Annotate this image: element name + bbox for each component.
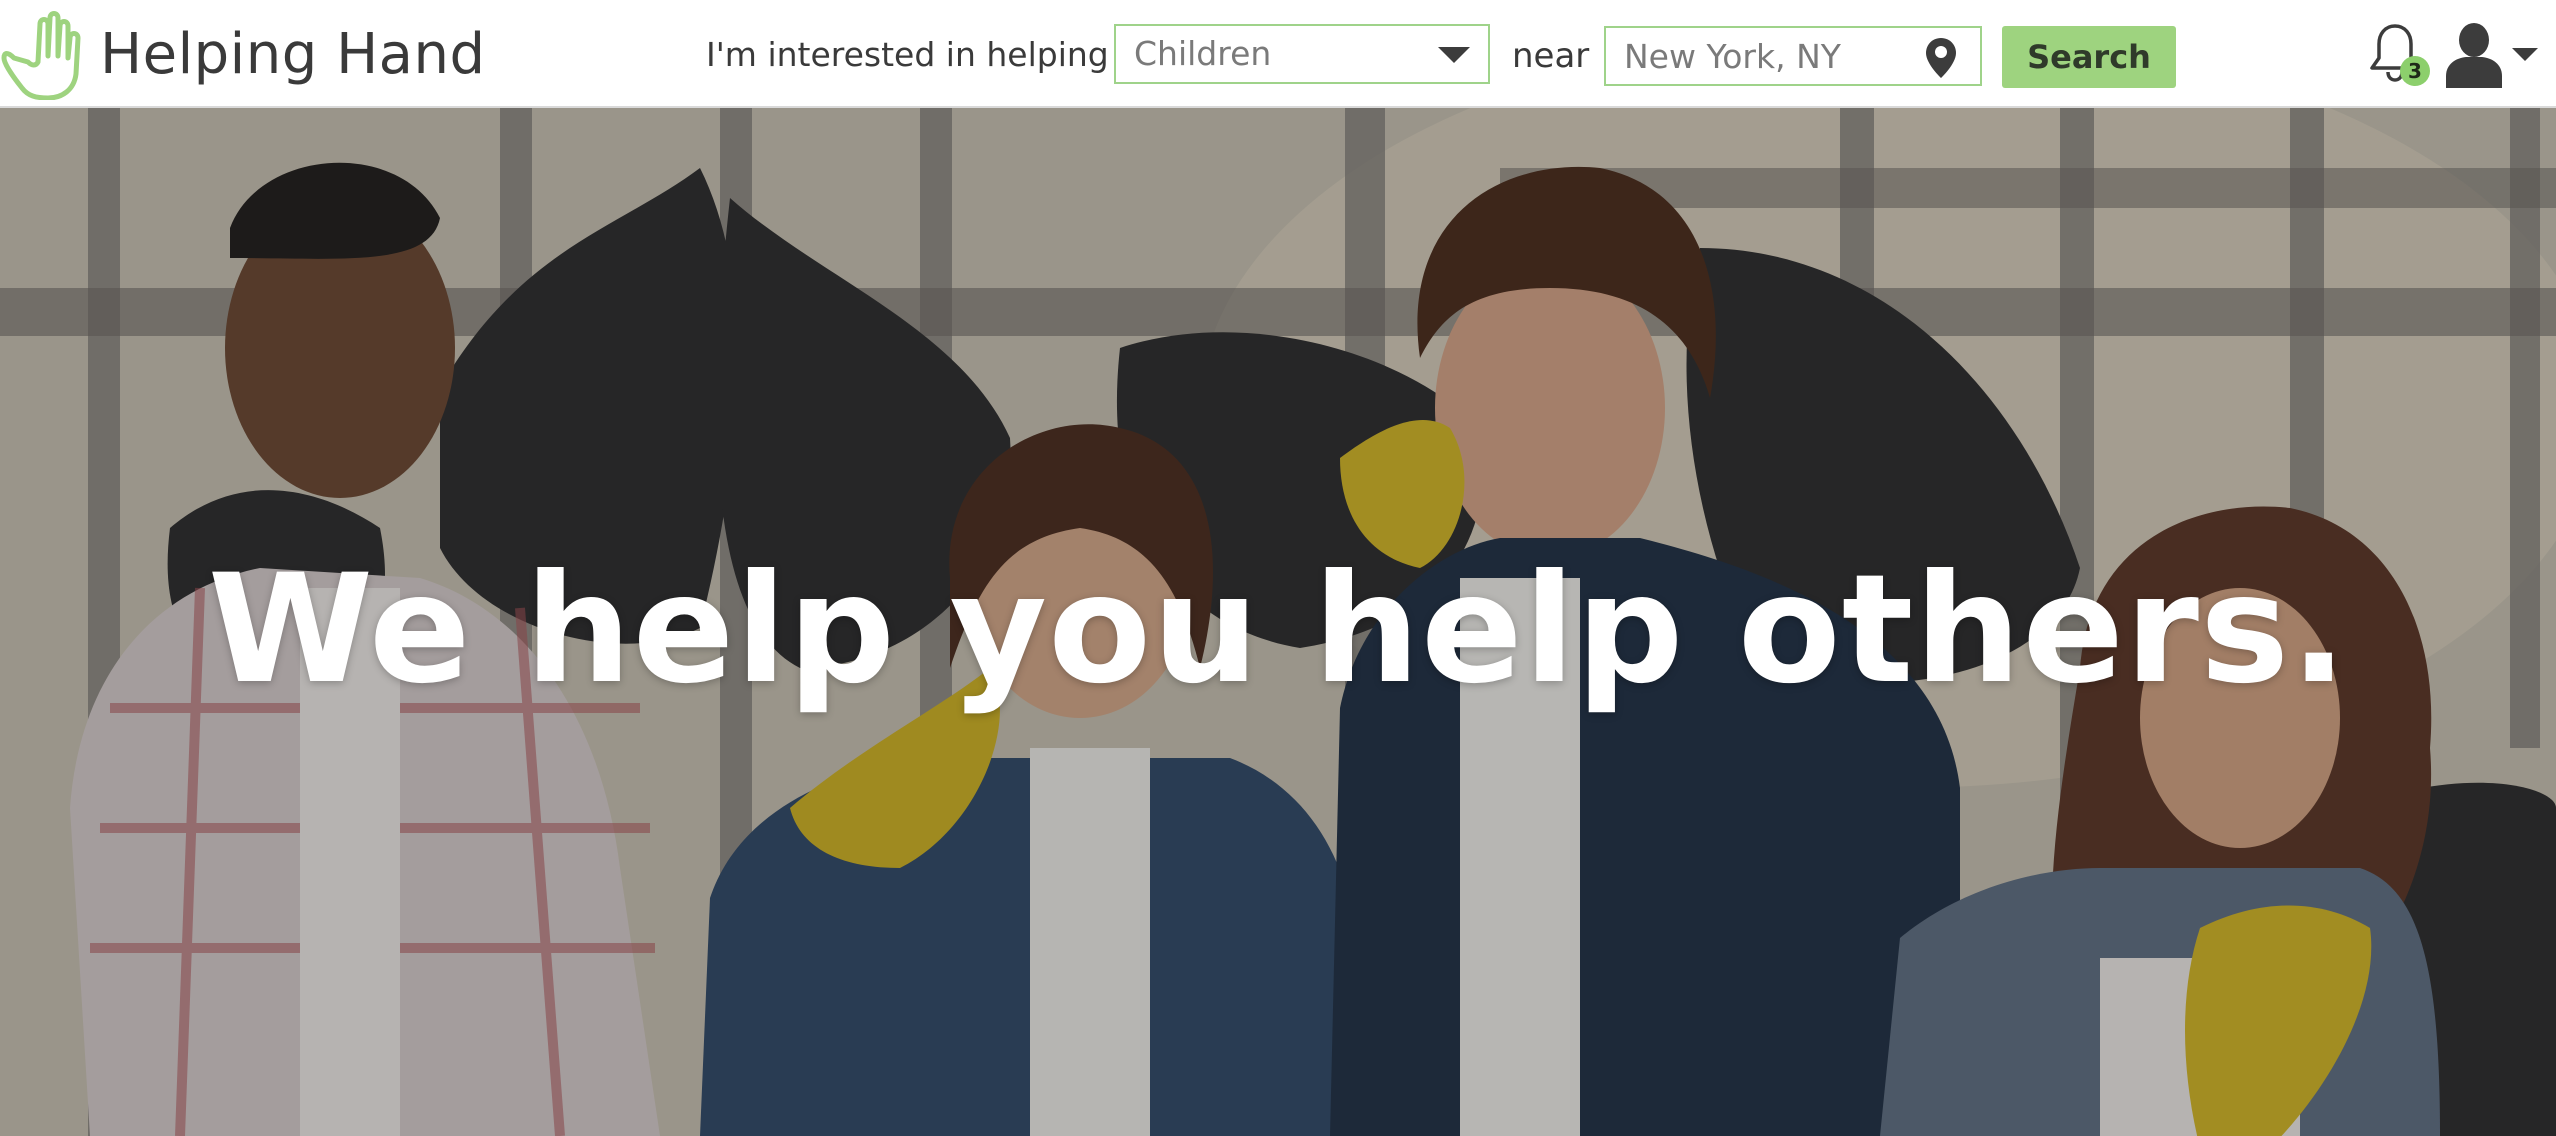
location-input[interactable] [1606, 28, 1906, 84]
location-field [1604, 26, 1982, 86]
account-menu-button[interactable] [2444, 22, 2540, 88]
chevron-down-icon [2512, 48, 2538, 61]
search-prompt-label: I'm interested in helping [706, 35, 1109, 74]
search-button[interactable]: Search [2002, 26, 2176, 88]
site-logo[interactable]: Helping Hand [0, 8, 486, 100]
user-icon [2446, 23, 2502, 88]
hero-banner: We help you help others. [0, 108, 2556, 1136]
hand-icon [1, 11, 81, 100]
near-label: near [1512, 36, 1590, 76]
map-pin-icon[interactable] [1924, 36, 1958, 80]
brand-name: Helping Hand [100, 21, 486, 87]
cause-select-value: Children [1134, 34, 1272, 73]
cause-select[interactable]: Children [1114, 24, 1490, 84]
site-header: Helping Hand I'm interested in helping C… [0, 0, 2556, 108]
hero-headline: We help you help others. [207, 543, 2349, 717]
notification-count-badge: 3 [2400, 56, 2430, 86]
chevron-down-icon [1438, 47, 1470, 63]
notifications-button[interactable]: 3 [2368, 22, 2430, 88]
